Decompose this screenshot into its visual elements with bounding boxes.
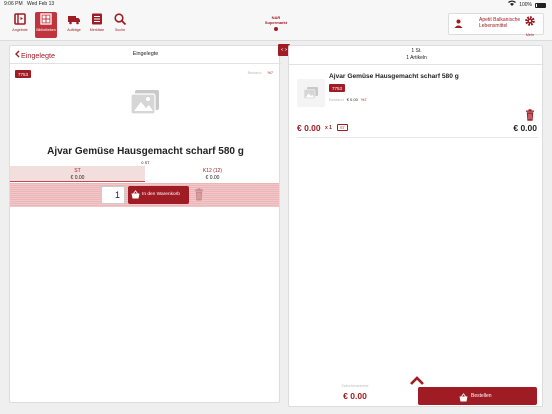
- book-icon: [13, 12, 27, 26]
- unit-price: € 0.00: [70, 174, 85, 181]
- header-divider: [289, 64, 544, 65]
- item-meta: Bestand € 0.00 %7: [329, 97, 367, 102]
- item-thumbnail: [297, 79, 325, 107]
- cart-article-count: 1 Artikeln: [406, 55, 427, 61]
- unit-price: € 0.00: [205, 174, 220, 181]
- toolbar-label: Aufträge: [67, 28, 81, 32]
- item-quantity: x 1: [325, 125, 332, 131]
- unit-option-k12[interactable]: K12 (12) € 0.00: [145, 166, 280, 182]
- trash-icon[interactable]: [194, 188, 204, 201]
- chevron-up-icon[interactable]: [409, 373, 425, 385]
- item-divider: [297, 137, 538, 138]
- unit-name: K12 (12): [202, 168, 223, 174]
- order-button[interactable]: Bestellen: [418, 387, 537, 405]
- subtotal-label: Zwischensumme: [341, 384, 369, 388]
- product-meta: Bestand %7: [248, 71, 273, 75]
- item-unit-badge: ST: [337, 124, 348, 131]
- toolbar-item-orders[interactable]: Aufträge: [63, 12, 85, 38]
- battery-icon: [535, 2, 546, 8]
- toolbar-item-search[interactable]: Suche: [109, 12, 131, 38]
- cart-summary-header: 1 St. 1 Artikeln: [289, 48, 544, 62]
- category-title: Eingelegte: [132, 51, 159, 57]
- item-name: Ajvar Gemüse Hausgemacht scharf 580 g: [329, 73, 459, 80]
- cart-unit-count: 1 St.: [411, 48, 422, 54]
- gear-icon: [524, 14, 536, 31]
- basket-icon: [131, 190, 140, 199]
- market-name: NAR Supermarkt: [250, 15, 302, 31]
- item-price: € 0.00: [297, 123, 321, 133]
- quantity-input[interactable]: 1: [101, 186, 125, 204]
- unit-selector: ST € 0.00 K12 (12) € 0.00: [10, 166, 281, 182]
- status-bar: 9:06 PM Wed Feb 13 100%: [0, 0, 552, 9]
- product-name: Ajvar Gemüse Hausgemacht scharf 580 g: [47, 146, 244, 157]
- toolbar-label: Angebote: [12, 28, 28, 32]
- order-label: Bestellen: [471, 393, 492, 399]
- article-number-badge: 7753: [15, 70, 32, 78]
- vat-label: %7: [267, 71, 274, 75]
- header-divider: [10, 63, 281, 64]
- toolbar-item-libraries[interactable]: Bibliotheken: [35, 12, 57, 38]
- basket-icon: [459, 392, 468, 401]
- toolbar-label: Merkliste: [89, 28, 105, 32]
- unit-option-st[interactable]: ST € 0.00: [10, 166, 145, 182]
- unit-name: ST: [74, 168, 81, 174]
- truck-icon: [67, 12, 81, 26]
- product-detail-panel: Eingelegte Eingelegte 7753 Bestand %7 Ajv…: [9, 45, 281, 403]
- subtotal-value: € 0.00: [343, 391, 367, 401]
- status-time-date: 9:06 PM Wed Feb 13: [4, 0, 54, 9]
- market-line-2: Supermarkt: [264, 19, 288, 25]
- add-to-cart-button[interactable]: In den Warenkorb: [128, 186, 189, 204]
- stock-quantity: 0 ST: [141, 160, 150, 165]
- toolbar: Angebote Bibliotheken Aufträge Merkliste…: [0, 9, 552, 41]
- cart-panel: 1 St. 1 Artikeln Ajvar Gemüse Hausgemach…: [288, 45, 544, 407]
- stock-label: Bestand: [329, 97, 344, 102]
- list-icon: [90, 12, 104, 26]
- toolbar-label: Suche: [114, 28, 126, 32]
- toolbar-item-offers[interactable]: Angebote: [9, 12, 31, 38]
- stock-label: Bestand: [247, 71, 262, 75]
- article-number-badge: 7753: [329, 84, 346, 92]
- search-icon: [113, 12, 127, 26]
- user-icon: [454, 19, 463, 28]
- more-menu-button[interactable]: Mehr: [519, 14, 541, 37]
- toolbar-item-watchlist[interactable]: Merkliste: [86, 12, 108, 38]
- market-dot-icon: [274, 26, 278, 31]
- grid-icon: [39, 12, 53, 26]
- image-placeholder-icon: [129, 88, 161, 116]
- image-placeholder-icon: [304, 87, 318, 99]
- trash-icon[interactable]: [525, 108, 535, 121]
- item-total: € 0.00: [513, 123, 537, 133]
- toolbar-label: Bibliotheken: [36, 28, 56, 32]
- status-time: 9:06 PM: [4, 1, 23, 7]
- status-date: Wed Feb 13: [27, 1, 55, 7]
- vat-label: %7: [360, 97, 367, 102]
- add-to-cart-row: 1 In den Warenkorb: [10, 183, 279, 207]
- cart-item[interactable]: Ajvar Gemüse Hausgemacht scharf 580 g 77…: [297, 71, 538, 157]
- item-unit-price: € 0.00: [346, 97, 358, 102]
- more-menu-label: Mehr: [525, 33, 535, 37]
- add-to-cart-label: In den Warenkorb: [142, 192, 180, 197]
